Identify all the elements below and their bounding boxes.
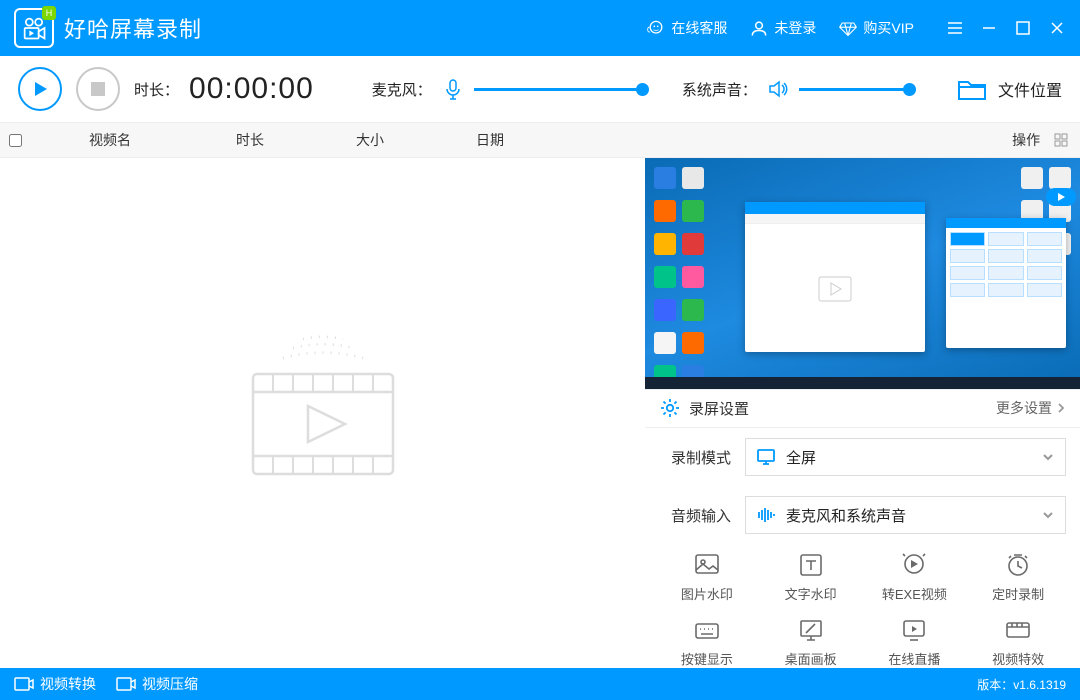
app-logo: H bbox=[14, 8, 54, 48]
audio-input-row: 音频输入 麦克风和系统声音 bbox=[645, 486, 1080, 544]
vip-link[interactable]: 购买VIP bbox=[838, 18, 914, 38]
chevron-right-icon bbox=[1056, 403, 1066, 413]
video-convert-link[interactable]: 视频转换 bbox=[14, 674, 96, 694]
tool-timed-record[interactable]: 定时录制 bbox=[966, 552, 1070, 603]
mic-icon[interactable] bbox=[442, 78, 464, 100]
soundwave-icon bbox=[756, 506, 776, 524]
mic-label: 麦克风： bbox=[372, 79, 432, 100]
headset-icon bbox=[646, 19, 666, 37]
audio-input-select[interactable]: 麦克风和系统声音 bbox=[745, 496, 1066, 534]
gear-icon bbox=[659, 397, 681, 419]
close-icon bbox=[1048, 19, 1066, 37]
record-mode-row: 录制模式 全屏 bbox=[645, 428, 1080, 486]
preview-play-icon bbox=[1046, 188, 1076, 206]
col-size[interactable]: 大小 bbox=[310, 130, 430, 150]
play-icon bbox=[31, 80, 49, 98]
empty-placeholder-icon bbox=[233, 326, 413, 501]
tool-drawing-board[interactable]: 桌面画板 bbox=[759, 617, 863, 668]
record-mode-select[interactable]: 全屏 bbox=[745, 438, 1066, 476]
compress-icon bbox=[116, 676, 136, 692]
tool-image-watermark[interactable]: 图片水印 bbox=[655, 552, 759, 603]
logo-badge: H bbox=[42, 6, 56, 20]
mic-slider[interactable] bbox=[474, 88, 642, 91]
col-operations: 操作 bbox=[550, 130, 1080, 150]
footer: 视频转换 视频压缩 版本：v1.6.1319 bbox=[0, 668, 1080, 700]
stop-button[interactable] bbox=[76, 67, 120, 111]
monitor-icon bbox=[756, 448, 776, 466]
mic-group: 麦克风： bbox=[372, 78, 642, 100]
convert-icon bbox=[14, 676, 34, 692]
chevron-down-icon bbox=[1041, 450, 1055, 464]
col-name[interactable]: 视频名 bbox=[30, 130, 190, 150]
system-audio-label: 系统声音： bbox=[682, 79, 757, 100]
main-area: 录屏设置 更多设置 录制模式 全屏 音频输入 麦克风和系统声音 图片水印 bbox=[0, 158, 1080, 668]
close-button[interactable] bbox=[1042, 13, 1072, 43]
maximize-icon bbox=[1014, 19, 1032, 37]
folder-icon bbox=[956, 75, 988, 103]
minimize-icon bbox=[980, 19, 998, 37]
video-compress-link[interactable]: 视频压缩 bbox=[116, 674, 198, 694]
menu-button[interactable] bbox=[940, 13, 970, 43]
columns-header: 视频名 时长 大小 日期 操作 bbox=[0, 122, 1080, 158]
tool-text-watermark[interactable]: 文字水印 bbox=[759, 552, 863, 603]
preview-thumbnail[interactable] bbox=[645, 158, 1080, 389]
tool-exe-video[interactable]: 转EXE视频 bbox=[863, 552, 967, 603]
settings-header: 录屏设置 更多设置 bbox=[645, 389, 1080, 428]
tool-video-effects[interactable]: 视频特效 bbox=[966, 617, 1070, 668]
toolbar: 时长： 00:00:00 麦克风： 系统声音： 文件位置 bbox=[0, 56, 1080, 122]
video-list-empty bbox=[0, 158, 645, 668]
app-title: 好哈屏幕录制 bbox=[64, 12, 202, 44]
version-text: 版本：v1.6.1319 bbox=[977, 676, 1066, 693]
tool-live-stream[interactable]: 在线直播 bbox=[863, 617, 967, 668]
file-location-button[interactable]: 文件位置 bbox=[956, 75, 1062, 103]
record-mode-label: 录制模式 bbox=[659, 447, 731, 468]
timer-value: 00:00:00 bbox=[189, 72, 314, 106]
maximize-button[interactable] bbox=[1008, 13, 1038, 43]
view-toggle[interactable] bbox=[1054, 133, 1068, 150]
system-audio-group: 系统声音： bbox=[682, 78, 909, 100]
user-icon bbox=[749, 19, 769, 37]
col-duration[interactable]: 时长 bbox=[190, 130, 310, 150]
menu-icon bbox=[946, 19, 964, 37]
settings-title: 录屏设置 bbox=[689, 398, 749, 419]
col-date[interactable]: 日期 bbox=[430, 130, 550, 150]
speaker-icon[interactable] bbox=[767, 78, 789, 100]
tool-keystroke[interactable]: 按键显示 bbox=[655, 617, 759, 668]
right-panel: 录屏设置 更多设置 录制模式 全屏 音频输入 麦克风和系统声音 图片水印 bbox=[645, 158, 1080, 668]
more-settings-link[interactable]: 更多设置 bbox=[996, 398, 1066, 418]
chevron-down-icon bbox=[1041, 508, 1055, 522]
duration-label: 时长： bbox=[134, 79, 179, 100]
titlebar: H 好哈屏幕录制 在线客服 未登录 购买VIP bbox=[0, 0, 1080, 56]
login-link[interactable]: 未登录 bbox=[749, 18, 816, 38]
support-link[interactable]: 在线客服 bbox=[646, 18, 727, 38]
system-audio-slider[interactable] bbox=[799, 88, 909, 91]
minimize-button[interactable] bbox=[974, 13, 1004, 43]
audio-input-label: 音频输入 bbox=[659, 505, 731, 526]
stop-icon bbox=[91, 82, 105, 96]
diamond-icon bbox=[838, 19, 858, 37]
record-button[interactable] bbox=[18, 67, 62, 111]
select-all[interactable] bbox=[0, 134, 30, 147]
tools-grid: 图片水印 文字水印 转EXE视频 定时录制 按键显示 桌面画板 在线直播 视频特… bbox=[645, 544, 1080, 668]
